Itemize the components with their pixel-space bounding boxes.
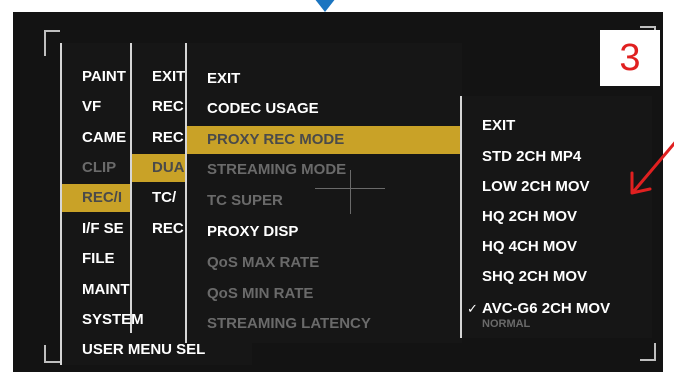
submenu-item-exit[interactable]: EXIT xyxy=(132,63,185,91)
frame-corner-bottom-right xyxy=(640,343,656,361)
option-exit[interactable]: EXIT xyxy=(187,65,460,93)
menu-item-if-setup[interactable]: I/F SE xyxy=(62,215,130,243)
option-streaming-latency[interactable]: STREAMING LATENCY xyxy=(187,310,460,338)
checkmark-icon: ✓ xyxy=(467,301,478,316)
value-label: AVC-G6 2CH MOV xyxy=(482,300,611,317)
option-streaming-mode[interactable]: STREAMING MODE xyxy=(187,156,460,184)
menu-item-system[interactable]: SYSTEM xyxy=(62,306,190,334)
submenu-item-rec-1[interactable]: REC xyxy=(132,93,185,121)
value-hq-2ch-mov[interactable]: HQ 2CH MOV xyxy=(462,203,650,231)
option-qos-min-rate[interactable]: QoS MIN RATE xyxy=(187,280,460,308)
partially-hidden-label: NORMAL xyxy=(482,318,531,330)
menu-item-user-menu-sel[interactable]: USER MENU SEL xyxy=(62,336,246,364)
menu-item-clip[interactable]: CLIP xyxy=(62,154,130,182)
menu-item-rec-io[interactable]: REC/I xyxy=(62,184,130,212)
red-annotation-arrow-icon xyxy=(630,141,674,195)
option-tc-super[interactable]: TC SUPER xyxy=(187,187,460,215)
option-codec-usage[interactable]: CODEC USAGE xyxy=(187,95,460,123)
submenu-item-rec-3[interactable]: REC xyxy=(132,215,185,243)
menu-item-file[interactable]: FILE xyxy=(62,245,130,273)
step-number-badge: 3 xyxy=(600,30,660,86)
submenu-item-tc[interactable]: TC/ xyxy=(132,184,185,212)
pointer-arrow-icon xyxy=(314,0,336,12)
option-proxy-rec-mode[interactable]: PROXY REC MODE xyxy=(187,126,460,154)
menu-item-maintenance[interactable]: MAINTENAN xyxy=(62,276,130,304)
value-shq-2ch-mov[interactable]: SHQ 2CH MOV xyxy=(462,263,650,291)
option-proxy-disp[interactable]: PROXY DISP xyxy=(187,218,460,246)
menu-item-camera[interactable]: CAME xyxy=(62,124,130,152)
menu-item-vf[interactable]: VF xyxy=(62,93,130,121)
frame-corner-bottom-left xyxy=(44,345,60,363)
value-hq-4ch-mov[interactable]: HQ 4CH MOV xyxy=(462,233,650,261)
submenu-item-dual[interactable]: DUA xyxy=(132,154,185,182)
submenu-item-rec-2[interactable]: REC xyxy=(132,124,185,152)
frame-corner-top-left xyxy=(44,30,60,56)
option-qos-max-rate[interactable]: QoS MAX RATE xyxy=(187,249,460,277)
menu-item-paint[interactable]: PAINT xyxy=(62,63,130,91)
